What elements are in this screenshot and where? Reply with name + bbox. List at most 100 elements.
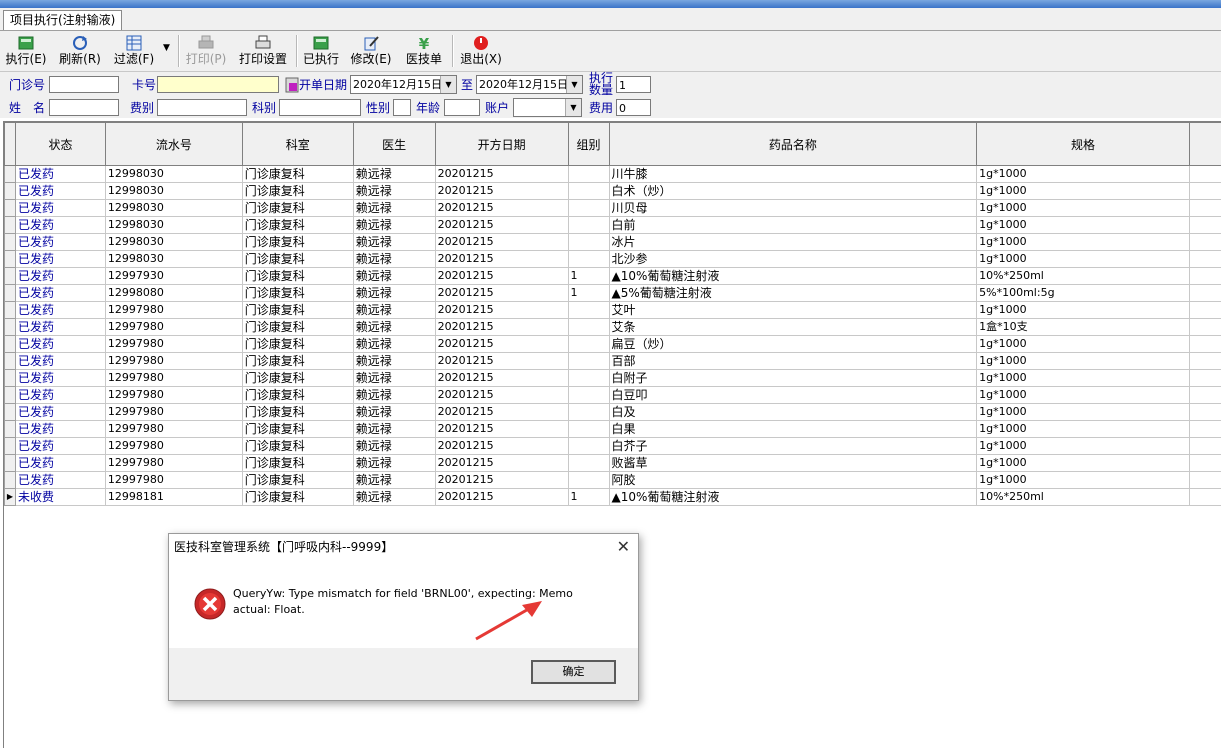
cell-status[interactable]: 已发药 [15,353,105,370]
cell-group[interactable]: 1 [568,285,609,302]
cell-doctor[interactable]: 赖远禄 [353,489,435,506]
table-row[interactable]: 已发药12998080门诊康复科赖远禄202012151▲5%葡萄糖注射液5%*… [5,285,1221,302]
cell-serial[interactable]: 12997980 [105,455,242,472]
cell-status[interactable]: 已发药 [15,455,105,472]
table-row[interactable]: 已发药12998030门诊康复科赖远禄20201215白前1g*1000 [5,217,1221,234]
cell-date[interactable]: 20201215 [435,455,568,472]
column-header-spec[interactable]: 规格 [977,123,1190,166]
cell-spec[interactable]: 1g*1000 [977,455,1190,472]
cell-spec[interactable]: 1g*1000 [977,421,1190,438]
cell-serial[interactable]: 12998030 [105,166,242,183]
cell-status[interactable]: 已发药 [15,251,105,268]
cell-dept[interactable]: 门诊康复科 [242,268,353,285]
cell-date[interactable]: 20201215 [435,319,568,336]
cell-dept[interactable]: 门诊康复科 [242,200,353,217]
cell-date[interactable]: 20201215 [435,421,568,438]
table-row[interactable]: 已发药12997930门诊康复科赖远禄202012151▲10%葡萄糖注射液10… [5,268,1221,285]
cell-doctor[interactable]: 赖远禄 [353,472,435,489]
row-indicator[interactable] [5,370,16,387]
cell-group[interactable] [568,336,609,353]
dept-input[interactable] [279,99,361,116]
cell-status[interactable]: 已发药 [15,438,105,455]
cell-date[interactable]: 20201215 [435,353,568,370]
executed-button[interactable]: 已执行 [301,33,341,69]
cell-doctor[interactable]: 赖远禄 [353,183,435,200]
cell-spec[interactable]: 10%*250ml [977,489,1190,506]
cell-status[interactable]: 已发药 [15,183,105,200]
cell-dept[interactable]: 门诊康复科 [242,387,353,404]
cell-doctor[interactable]: 赖远禄 [353,217,435,234]
column-header-group[interactable]: 组别 [568,123,609,166]
cell-serial[interactable]: 12997930 [105,268,242,285]
cell-spec[interactable]: 5%*100ml:5g [977,285,1190,302]
cell-group[interactable] [568,387,609,404]
cell-group[interactable] [568,302,609,319]
cell-serial[interactable]: 12998030 [105,200,242,217]
cell-dept[interactable]: 门诊康复科 [242,472,353,489]
print-setup-button[interactable]: 打印设置 [238,33,288,69]
cell-serial[interactable]: 12998181 [105,489,242,506]
cell-spec[interactable]: 1g*1000 [977,438,1190,455]
cell-date[interactable]: 20201215 [435,489,568,506]
cell-drug[interactable]: 败酱草 [609,455,977,472]
cell-doctor[interactable]: 赖远禄 [353,251,435,268]
row-indicator[interactable] [5,472,16,489]
cell-date[interactable]: 20201215 [435,370,568,387]
row-indicator[interactable] [5,285,16,302]
cell-doctor[interactable]: 赖远禄 [353,200,435,217]
table-row[interactable]: 已发药12997980门诊康复科赖远禄20201215艾条1盒*10支 [5,319,1221,336]
cell-drug[interactable]: 白前 [609,217,977,234]
cell-group[interactable] [568,353,609,370]
column-header-doctor[interactable]: 医生 [353,123,435,166]
table-row[interactable]: 已发药12997980门诊康复科赖远禄20201215白豆叩1g*1000 [5,387,1221,404]
cell-status[interactable]: 已发药 [15,200,105,217]
cell-spec[interactable]: 1g*1000 [977,472,1190,489]
cell-drug[interactable]: 白附子 [609,370,977,387]
cell-dept[interactable]: 门诊康复科 [242,489,353,506]
cell-date[interactable]: 20201215 [435,217,568,234]
cell-drug[interactable]: 白术（炒） [609,183,977,200]
cell-serial[interactable]: 12997980 [105,336,242,353]
cell-drug[interactable]: 冰片 [609,234,977,251]
card-no-input[interactable] [157,76,279,93]
cell-spec[interactable]: 1g*1000 [977,217,1190,234]
cell-spec[interactable]: 1g*1000 [977,336,1190,353]
table-row[interactable]: 已发药12997980门诊康复科赖远禄20201215白芥子1g*1000 [5,438,1221,455]
card-reader-icon[interactable] [285,77,299,93]
cell-spec[interactable]: 1g*1000 [977,370,1190,387]
cell-drug[interactable]: 白果 [609,421,977,438]
cell-serial[interactable]: 12997980 [105,438,242,455]
row-indicator[interactable] [5,404,16,421]
cell-dept[interactable]: 门诊康复科 [242,455,353,472]
cell-drug[interactable]: 阿胶 [609,472,977,489]
cell-status[interactable]: 已发药 [15,234,105,251]
table-row[interactable]: ▶未收费12998181门诊康复科赖远禄202012151▲10%葡萄糖注射液1… [5,489,1221,506]
cell-doctor[interactable]: 赖远禄 [353,387,435,404]
row-indicator[interactable] [5,336,16,353]
cell-group[interactable] [568,234,609,251]
cell-group[interactable]: 1 [568,268,609,285]
row-indicator[interactable] [5,302,16,319]
cell-doctor[interactable]: 赖远禄 [353,319,435,336]
clinic-no-input[interactable] [49,76,119,93]
cell-date[interactable]: 20201215 [435,438,568,455]
cell-drug[interactable]: 百部 [609,353,977,370]
cell-serial[interactable]: 12997980 [105,387,242,404]
cell-status[interactable]: 已发药 [15,166,105,183]
cell-doctor[interactable]: 赖远禄 [353,166,435,183]
cell-doctor[interactable]: 赖远禄 [353,438,435,455]
cell-serial[interactable]: 12997980 [105,421,242,438]
cell-drug[interactable]: 白芥子 [609,438,977,455]
column-header-dept[interactable]: 科室 [242,123,353,166]
row-indicator[interactable] [5,217,16,234]
patient-name-input[interactable] [49,99,119,116]
cell-group[interactable] [568,217,609,234]
cell-dept[interactable]: 门诊康复科 [242,217,353,234]
cell-group[interactable] [568,251,609,268]
cell-group[interactable] [568,438,609,455]
account-select[interactable]: ▼ [513,98,582,117]
table-row[interactable]: 已发药12998030门诊康复科赖远禄20201215川贝母1g*1000 [5,200,1221,217]
table-row[interactable]: 已发药12998030门诊康复科赖远禄20201215川牛膝1g*1000 [5,166,1221,183]
cell-group[interactable] [568,319,609,336]
cell-group[interactable] [568,166,609,183]
